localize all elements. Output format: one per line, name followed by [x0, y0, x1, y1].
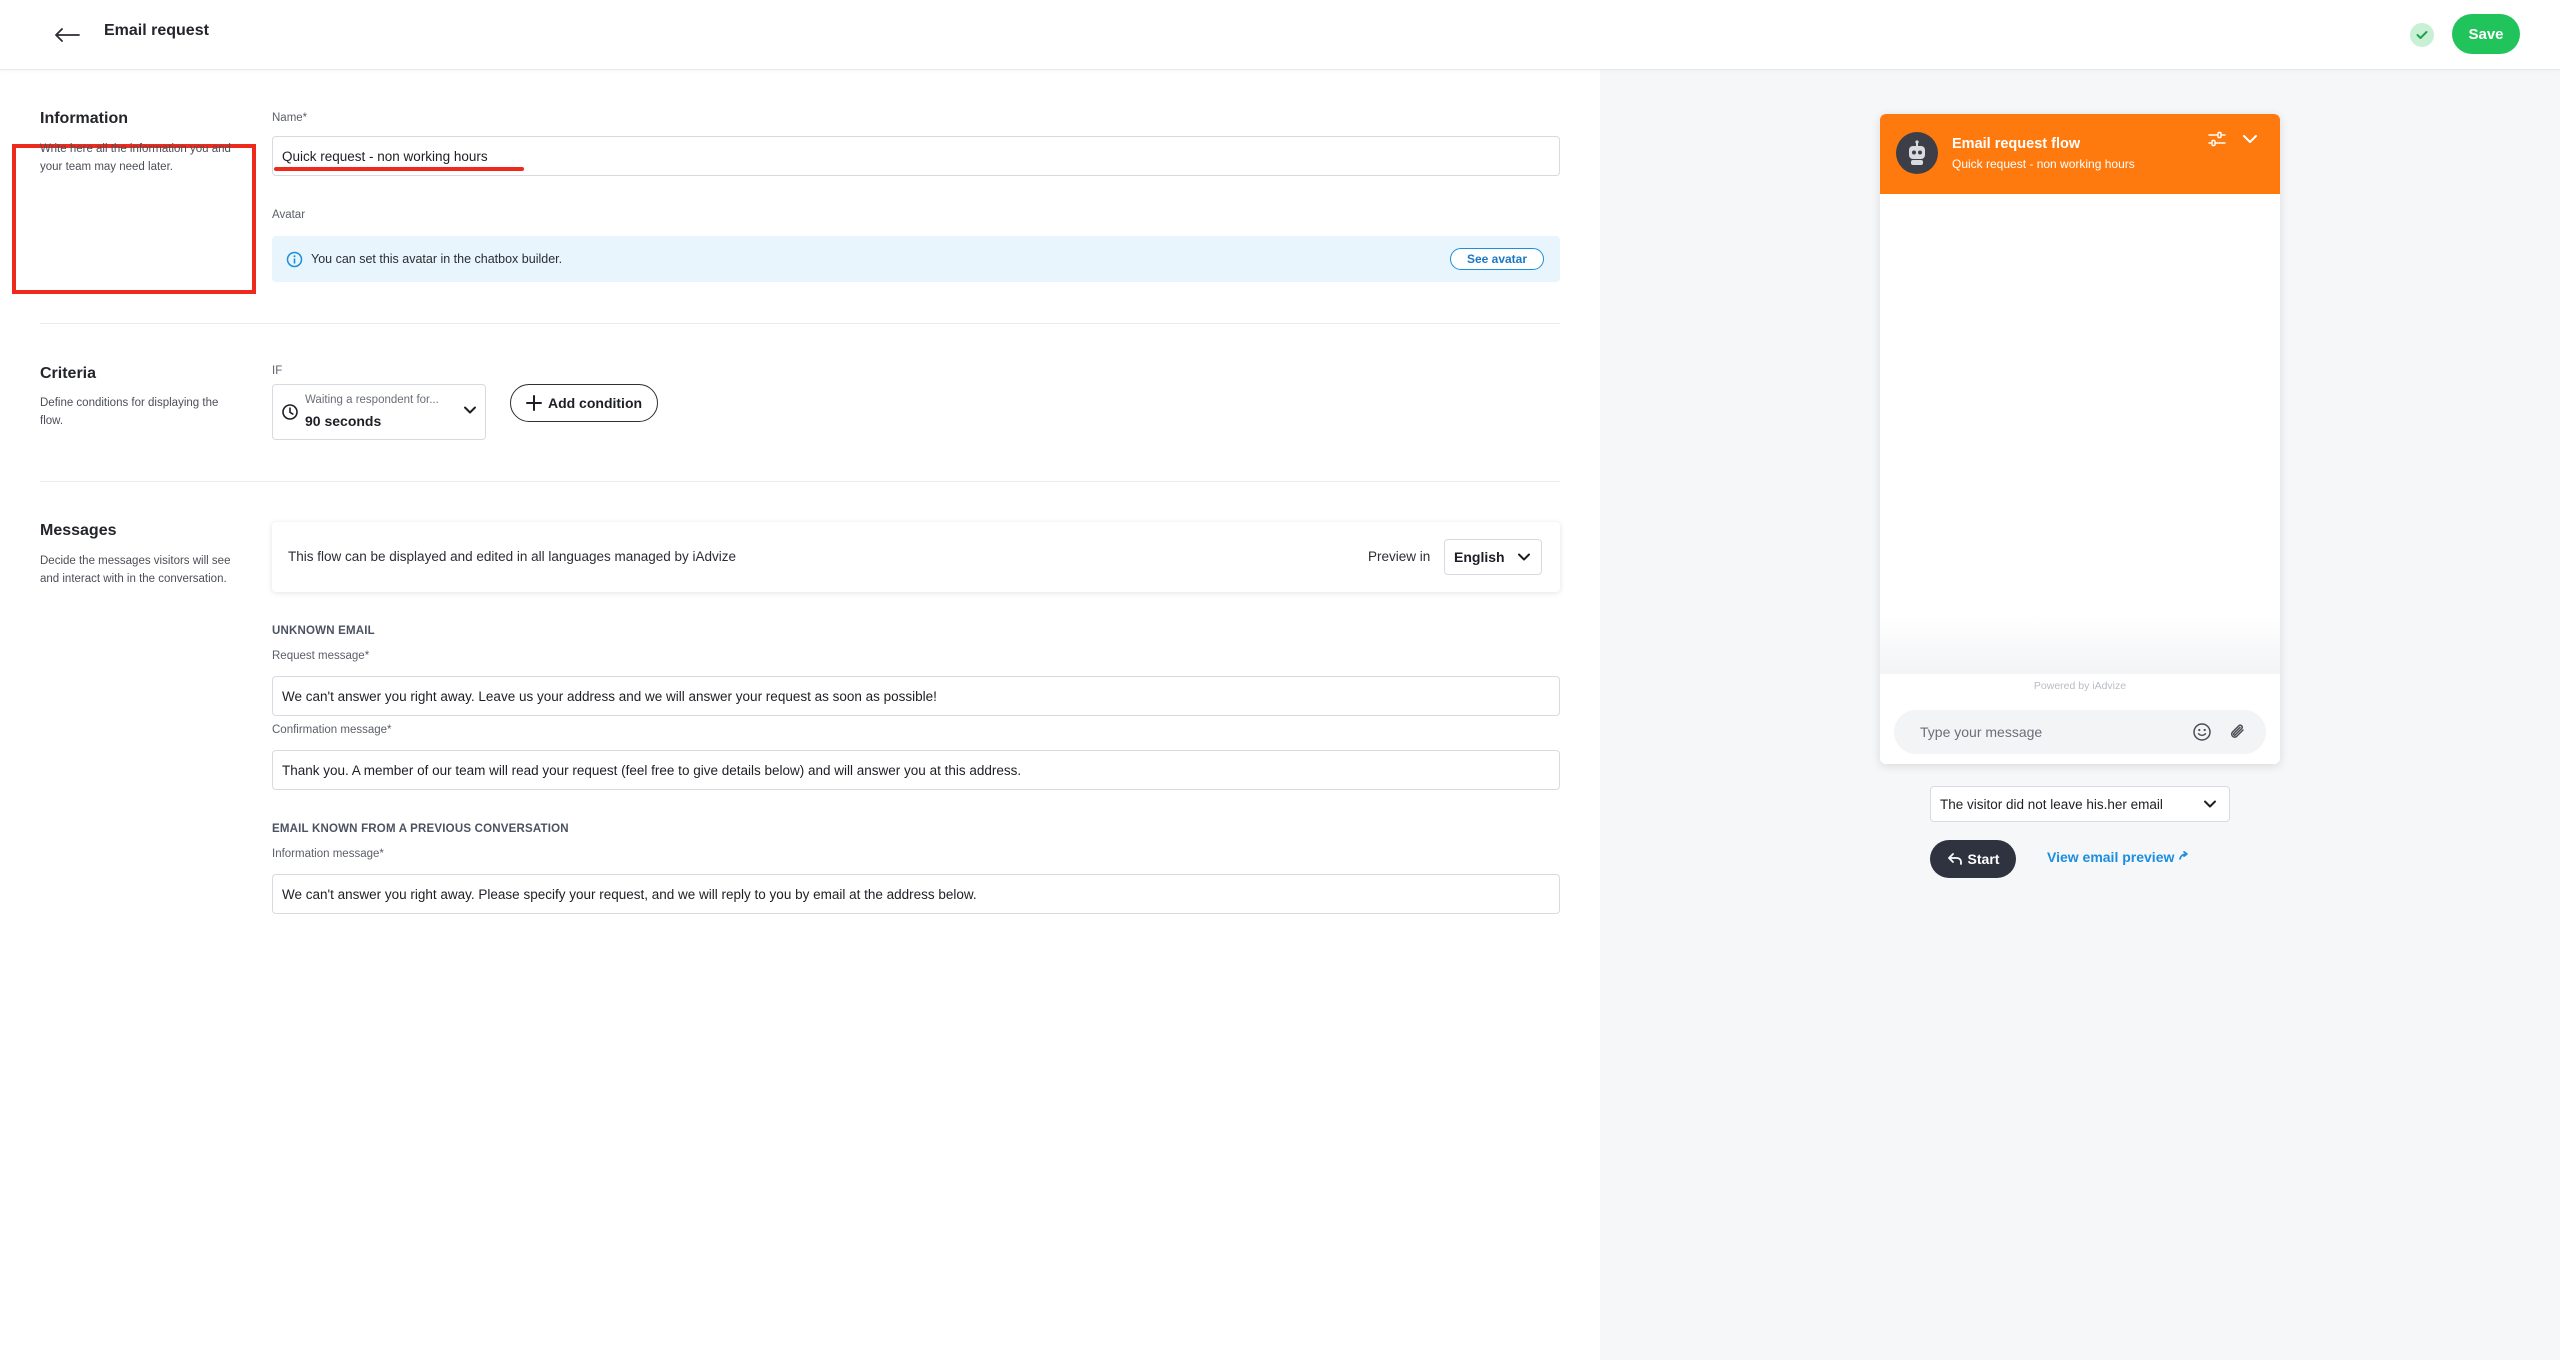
condition-select[interactable]: Waiting a respondent for... 90 seconds: [272, 384, 486, 440]
chat-preview-window: Email request flow Quick request - non w…: [1880, 114, 2280, 764]
plus-icon: [525, 395, 542, 411]
chat-header: Email request flow Quick request - non w…: [1880, 114, 2280, 194]
form-area: Information Write here all the informati…: [0, 70, 1600, 1360]
chevron-down-icon: [2204, 800, 2216, 808]
top-bar: Email request Save: [0, 0, 2560, 70]
language-select[interactable]: English: [1444, 539, 1542, 575]
info-icon: [286, 251, 303, 267]
request-message-label: Request message*: [272, 650, 370, 662]
section-divider: [40, 323, 1560, 324]
add-condition-button[interactable]: Add condition: [510, 384, 658, 422]
section-divider: [40, 481, 1560, 482]
save-button[interactable]: Save: [2452, 14, 2520, 54]
chevron-down-icon[interactable]: [2242, 133, 2258, 145]
unknown-email-heading: UNKNOWN EMAIL: [272, 625, 375, 637]
confirmation-message-label: Confirmation message*: [272, 724, 392, 736]
chat-subtitle: Quick request - non working hours: [1952, 157, 2135, 171]
language-card: This flow can be displayed and edited in…: [272, 522, 1560, 592]
preview-in-label: Preview in: [1368, 549, 1431, 564]
information-message-input[interactable]: We can't answer you right away. Please s…: [272, 874, 1560, 914]
criteria-title: Criteria: [40, 365, 97, 382]
chat-conversation-area: [1880, 194, 2280, 674]
language-value: English: [1454, 549, 1505, 565]
scenario-select[interactable]: The visitor did not leave his.her email: [1930, 786, 2230, 822]
scenario-value: The visitor did not leave his.her email: [1940, 796, 2163, 812]
messages-title: Messages: [40, 522, 117, 539]
underline-annotation: [274, 167, 524, 171]
chat-title: Email request flow: [1952, 136, 2081, 152]
information-description: Write here all the information you and y…: [40, 143, 231, 173]
arrow-left-icon: [55, 28, 80, 42]
chat-footer-fade: [1880, 614, 2280, 674]
avatar-label: Avatar: [272, 209, 306, 221]
view-email-preview-link[interactable]: View email preview: [2047, 849, 2190, 865]
chevron-down-icon: [1518, 553, 1530, 561]
reply-arrow-icon: [1947, 853, 1962, 865]
languages-info-text: This flow can be displayed and edited in…: [288, 549, 737, 564]
avatar-info-text: You can set this avatar in the chatbox b…: [311, 252, 563, 266]
robot-avatar-icon: [1896, 132, 1938, 174]
back-button[interactable]: [50, 18, 84, 52]
settings-sliders-icon[interactable]: [2208, 131, 2226, 147]
request-message-input[interactable]: We can't answer you right away. Leave us…: [272, 676, 1560, 716]
condition-value: 90 seconds: [305, 413, 382, 429]
add-condition-label: Add condition: [547, 395, 643, 411]
avatar-info-banner: You can set this avatar in the chatbox b…: [272, 236, 1560, 282]
page-title: Email request: [104, 22, 209, 39]
if-label: IF: [272, 365, 283, 377]
email-preview-label: View email preview: [2047, 849, 2175, 865]
clock-icon: [282, 404, 298, 420]
external-arrow-icon: [2179, 851, 2189, 860]
confirmation-message-input[interactable]: Thank you. A member of our team will rea…: [272, 750, 1560, 790]
information-message-label: Information message*: [272, 848, 384, 860]
information-title: Information: [40, 110, 128, 127]
messages-description: Decide the messages visitors will see an…: [40, 555, 231, 585]
condition-hint: Waiting a respondent for...: [305, 394, 439, 406]
known-email-heading: EMAIL KNOWN FROM A PREVIOUS CONVERSATION: [272, 823, 569, 835]
criteria-description: Define conditions for displaying the flo…: [40, 397, 219, 427]
chevron-down-icon: [464, 406, 476, 414]
see-avatar-button[interactable]: See avatar: [1449, 248, 1544, 270]
name-label: Name*: [272, 112, 308, 124]
check-circle-icon: [2410, 23, 2434, 47]
start-label: Start: [1967, 851, 2000, 867]
emoji-icon[interactable]: [2192, 722, 2212, 742]
paperclip-icon[interactable]: [2228, 722, 2248, 742]
start-button[interactable]: Start: [1930, 840, 2016, 878]
powered-by-text: Powered by iAdvize: [2033, 680, 2127, 692]
